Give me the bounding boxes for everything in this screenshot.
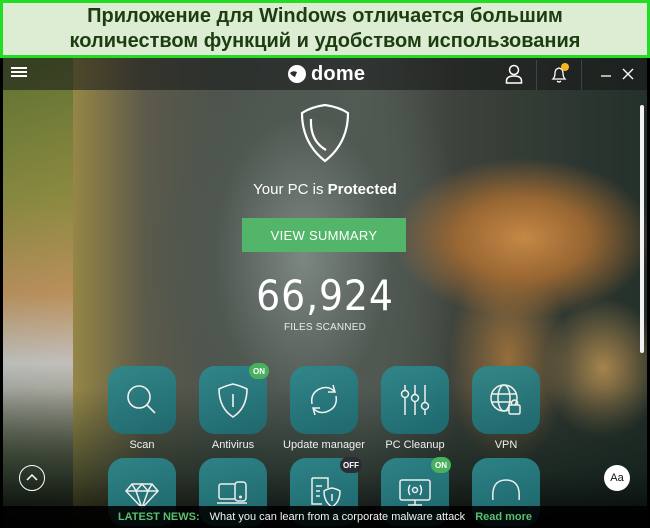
search-icon: [127, 385, 156, 414]
menu-icon-line: [11, 71, 27, 73]
feature-label: VPN: [494, 439, 518, 451]
title-bar: dome: [3, 58, 647, 90]
font-size-button[interactable]: Aa: [604, 465, 630, 491]
divider: [536, 60, 537, 90]
dome-logo-icon: [288, 65, 306, 83]
news-ticker: LATEST NEWS: What you can learn from a c…: [3, 506, 647, 528]
menu-icon-line: [11, 75, 27, 77]
status-state: Protected: [327, 181, 397, 198]
scroll-up-button[interactable]: [19, 465, 45, 491]
scrollbar[interactable]: [640, 105, 644, 353]
files-scanned-count: 66,924: [256, 271, 394, 320]
news-label: LATEST NEWS:: [117, 511, 200, 523]
notifications-button[interactable]: [548, 63, 570, 85]
feature-tile-scan[interactable]: [108, 366, 176, 434]
close-icon: [622, 68, 634, 80]
user-icon: [505, 64, 523, 84]
globe-lock-icon: [490, 384, 521, 415]
refresh-icon: [310, 384, 338, 416]
menu-icon: [11, 67, 27, 69]
status-prefix: Your PC is: [253, 181, 328, 198]
feature-tile-pc-cleanup[interactable]: [381, 366, 449, 434]
minimize-button[interactable]: [595, 63, 617, 85]
protection-shield-icon: [300, 103, 350, 163]
dome-app-window: dome Your PC is Protected VIEW SUMMARY 6…: [3, 58, 647, 528]
read-more-link[interactable]: Read more: [475, 511, 532, 523]
news-headline[interactable]: What you can learn from a corporate malw…: [210, 511, 466, 523]
close-button[interactable]: [617, 63, 639, 85]
caption-banner: Приложение для Windows отличается больши…: [0, 0, 650, 58]
feature-tile-update-manager[interactable]: [290, 366, 358, 434]
view-summary-button[interactable]: VIEW SUMMARY: [242, 218, 406, 252]
files-scanned-label: FILES SCANNED: [283, 322, 367, 333]
caption-line-2: количеством функций и удобством использо…: [69, 30, 581, 52]
caption-line-1: Приложение для Windows отличается больши…: [87, 5, 563, 27]
app-logo: dome: [287, 62, 365, 86]
feature-tile-vpn[interactable]: [472, 366, 540, 434]
sliders-icon: [400, 385, 430, 415]
minimize-icon: [601, 75, 611, 77]
status-badge-off: OFF: [340, 457, 362, 473]
app-name: dome: [311, 62, 366, 85]
menu-button[interactable]: [11, 65, 27, 81]
divider: [581, 60, 582, 90]
status-badge-on: ON: [249, 363, 269, 379]
chevron-up-icon: [26, 473, 38, 481]
account-button[interactable]: [503, 63, 525, 85]
status-badge-on: ON: [431, 457, 451, 473]
shield-icon: [218, 383, 248, 418]
notification-dot: [561, 63, 569, 71]
protection-status: Your PC is Protected: [3, 181, 647, 198]
